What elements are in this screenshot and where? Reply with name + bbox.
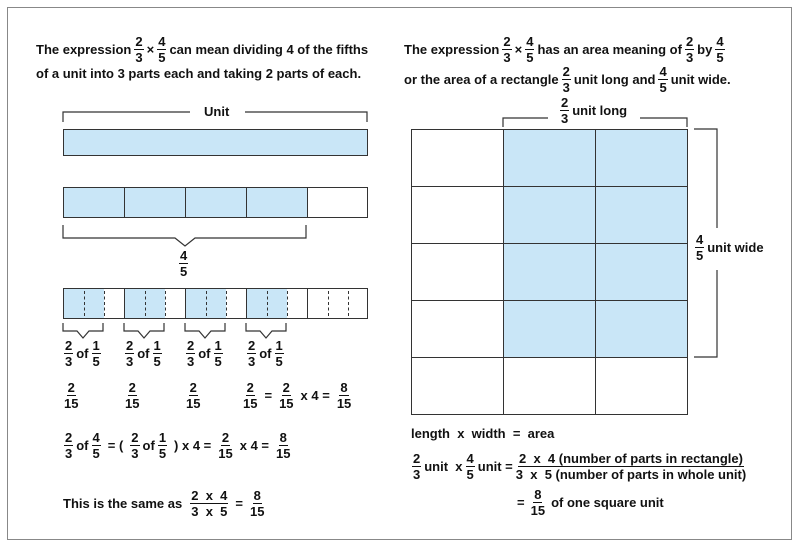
fifth-cell: [124, 288, 186, 319]
third-divider: [328, 291, 329, 316]
unit-bar: [63, 129, 368, 156]
equation-of: 2 3 of 4 5 = (2 3 of 1 5) x 4 = 2 15 x 4 = 8 15: [64, 429, 291, 461]
grid-cell: [503, 357, 596, 415]
area-equation: 2 3 unit x 4 5 unit = 2 x 4 (number of parts i…: [412, 450, 747, 482]
grid-cell: [411, 243, 504, 301]
grid-cell: [503, 129, 596, 187]
grid-cell: [503, 186, 596, 244]
part-label: 2 3 of 1 5: [186, 337, 223, 369]
third-divider: [226, 291, 227, 316]
area-result: = 8 15 of one square unit: [517, 486, 664, 518]
grid-cell: [595, 129, 688, 187]
fifth-cell: [185, 288, 247, 319]
fifth-cell: [124, 187, 186, 218]
fifth-cell: [63, 187, 125, 218]
part-value: 2 15: [186, 379, 201, 411]
grid-cell: [411, 357, 504, 415]
fifth-cell: [246, 288, 308, 319]
grid-cell: [595, 186, 688, 244]
grid-cell: [411, 129, 504, 187]
fifth-cell: [63, 288, 125, 319]
third-divider: [348, 291, 349, 316]
grid-cell: [503, 243, 596, 301]
grid-cell: [595, 243, 688, 301]
long-label: 2 3 unit long: [553, 95, 632, 125]
four-fifths-brace: [62, 225, 307, 247]
grid-cell: [595, 300, 688, 358]
fifth-cell: [246, 187, 308, 218]
fifth-cell: [307, 288, 368, 319]
grid-cell: [411, 300, 504, 358]
grid-cell: [503, 300, 596, 358]
same-as: This is the same as 2 x 43 x 5 = 8 15: [63, 487, 265, 519]
part-label: 2 3 of 1 5: [247, 337, 284, 369]
third-divider: [104, 291, 105, 316]
wide-label: 4 5 unit wide: [692, 230, 764, 264]
part-value: 2 15: [125, 379, 140, 411]
grid-cell: [411, 186, 504, 244]
grid-cell: [595, 357, 688, 415]
third-divider: [145, 291, 146, 316]
third-divider: [287, 291, 288, 316]
fifth-cell: [185, 187, 247, 218]
part-label: 2 3 of 1 5: [125, 337, 162, 369]
fifth-cell: [307, 187, 368, 218]
third-divider: [84, 291, 85, 316]
third-divider: [267, 291, 268, 316]
part-label: 2 3 of 1 5: [64, 337, 101, 369]
third-divider: [165, 291, 166, 316]
part-value: 2 15: [64, 379, 79, 411]
third-divider: [206, 291, 207, 316]
sum-equation: 2 15 = 2 15 x 4 = 8 15: [243, 379, 352, 411]
four-fifths-label: 45: [179, 248, 189, 279]
unit-label: Unit: [204, 104, 230, 119]
length-width-area: length x width = area: [411, 426, 555, 441]
